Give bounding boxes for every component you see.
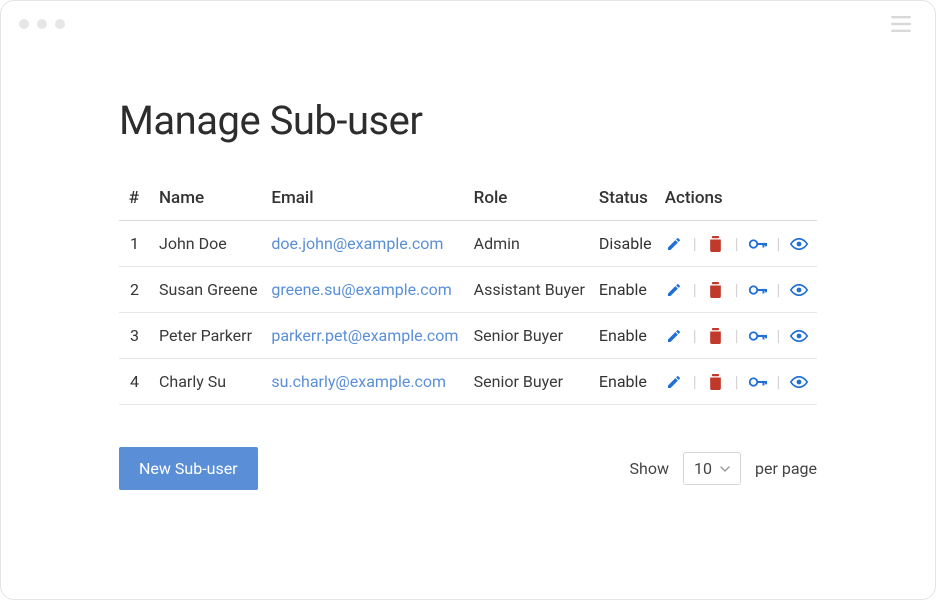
cell-role: Admin — [468, 221, 593, 267]
cell-role: Senior Buyer — [468, 359, 593, 405]
cell-role: Senior Buyer — [468, 313, 593, 359]
eye-icon[interactable] — [790, 373, 808, 391]
cell-status: Enable — [593, 359, 659, 405]
action-separator: | — [735, 326, 739, 345]
trash-icon[interactable] — [707, 373, 725, 391]
key-icon[interactable] — [749, 281, 767, 299]
col-status: Status — [593, 176, 659, 221]
page-size-select[interactable]: 10 — [683, 452, 741, 485]
new-subuser-button[interactable]: New Sub-user — [119, 447, 258, 490]
cell-status: Enable — [593, 313, 659, 359]
action-separator: | — [693, 372, 697, 391]
action-separator: | — [777, 280, 781, 299]
window-dot — [55, 19, 65, 29]
pager-perpage-label: per page — [755, 459, 817, 478]
cell-actions: | | | — [659, 221, 817, 267]
table-header-row: # Name Email Role Status Actions — [119, 176, 817, 221]
table-row: 2Susan Greene greene.su@example.com Assist… — [119, 267, 817, 313]
window-dot — [37, 19, 47, 29]
chevron-down-icon — [720, 466, 730, 472]
col-actions: Actions — [659, 176, 817, 221]
action-separator: | — [777, 234, 781, 253]
action-separator: | — [777, 326, 781, 345]
cell-email: greene.su@example.com — [265, 267, 467, 313]
cell-name: Charly Su — [153, 359, 265, 405]
table-row: 3Peter Parkerr parkerr.pet@example.com Sen… — [119, 313, 817, 359]
key-icon[interactable] — [749, 373, 767, 391]
action-separator: | — [693, 326, 697, 345]
email-link[interactable]: greene.su@example.com — [271, 280, 451, 299]
eye-icon[interactable] — [790, 235, 808, 253]
menu-icon[interactable] — [891, 16, 911, 32]
cell-idx: 2 — [119, 267, 153, 313]
action-separator: | — [735, 372, 739, 391]
eye-icon[interactable] — [790, 281, 808, 299]
trash-icon[interactable] — [707, 327, 725, 345]
pager-show-label: Show — [630, 459, 669, 478]
col-idx: # — [119, 176, 153, 221]
edit-icon[interactable] — [665, 373, 683, 391]
footer-row: New Sub-user Show 10 per page — [119, 447, 817, 490]
table-row: 4Charly Su su.charly@example.com Senior Bu… — [119, 359, 817, 405]
col-role: Role — [468, 176, 593, 221]
app-window: Manage Sub-user # Name Email Role Status… — [0, 0, 936, 600]
edit-icon[interactable] — [665, 281, 683, 299]
cell-email: su.charly@example.com — [265, 359, 467, 405]
col-name: Name — [153, 176, 265, 221]
titlebar — [1, 1, 935, 47]
main-content: Manage Sub-user # Name Email Role Status… — [1, 47, 935, 490]
page-size-value: 10 — [694, 459, 712, 478]
subuser-table: # Name Email Role Status Actions 1John D… — [119, 176, 817, 405]
cell-idx: 1 — [119, 221, 153, 267]
cell-status: Disable — [593, 221, 659, 267]
cell-role: Assistant Buyer — [468, 267, 593, 313]
action-separator: | — [693, 234, 697, 253]
window-dot — [19, 19, 29, 29]
email-link[interactable]: doe.john@example.com — [271, 234, 443, 253]
col-email: Email — [265, 176, 467, 221]
email-link[interactable]: su.charly@example.com — [271, 372, 446, 391]
cell-status: Enable — [593, 267, 659, 313]
edit-icon[interactable] — [665, 327, 683, 345]
cell-email: parkerr.pet@example.com — [265, 313, 467, 359]
trash-icon[interactable] — [707, 281, 725, 299]
pager: Show 10 per page — [630, 452, 817, 485]
action-separator: | — [777, 372, 781, 391]
cell-email: doe.john@example.com — [265, 221, 467, 267]
page-title: Manage Sub-user — [119, 97, 817, 144]
eye-icon[interactable] — [790, 327, 808, 345]
cell-actions: | | | — [659, 267, 817, 313]
cell-name: John Doe — [153, 221, 265, 267]
edit-icon[interactable] — [665, 235, 683, 253]
cell-idx: 4 — [119, 359, 153, 405]
cell-actions: | | | — [659, 359, 817, 405]
cell-name: Susan Greene — [153, 267, 265, 313]
trash-icon[interactable] — [707, 235, 725, 253]
table-row: 1John Doe doe.john@example.com AdminDisabl… — [119, 221, 817, 267]
action-separator: | — [735, 234, 739, 253]
key-icon[interactable] — [749, 235, 767, 253]
action-separator: | — [735, 280, 739, 299]
cell-actions: | | | — [659, 313, 817, 359]
window-controls — [19, 19, 65, 29]
action-separator: | — [693, 280, 697, 299]
cell-idx: 3 — [119, 313, 153, 359]
email-link[interactable]: parkerr.pet@example.com — [271, 326, 458, 345]
cell-name: Peter Parkerr — [153, 313, 265, 359]
key-icon[interactable] — [749, 327, 767, 345]
